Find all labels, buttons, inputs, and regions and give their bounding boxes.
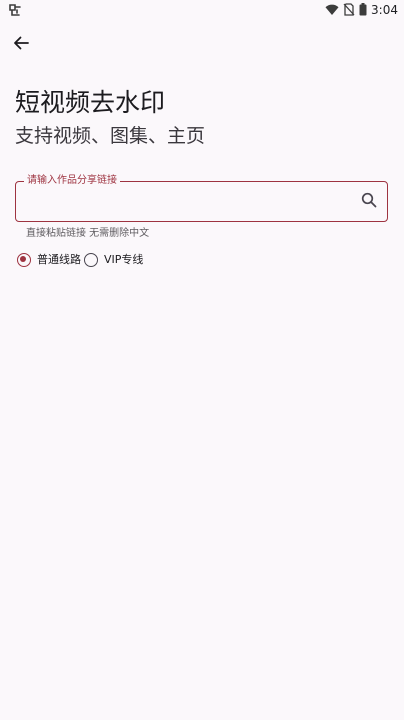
- no-sim-icon: [343, 1, 355, 20]
- arrow-left-icon: [13, 35, 29, 55]
- notification-app-icon: [7, 2, 23, 18]
- search-icon: [361, 192, 377, 212]
- radio-selected-icon[interactable]: [17, 253, 31, 267]
- radio-dot: [20, 256, 27, 263]
- back-button[interactable]: [10, 34, 32, 56]
- wifi-icon: [325, 1, 339, 20]
- route-option-label: 普通线路: [37, 253, 81, 266]
- route-option-normal[interactable]: 普通线路: [17, 252, 81, 268]
- route-radio-group: 普通线路 VIP专线: [17, 250, 146, 270]
- share-link-input[interactable]: [26, 190, 346, 214]
- route-option-label: VIP专线: [104, 253, 144, 266]
- page-subtitle: 支持视频、图集、主页: [15, 125, 206, 147]
- radio-unselected-icon[interactable]: [84, 253, 98, 267]
- search-button[interactable]: [359, 192, 379, 212]
- status-time: 3:04: [371, 3, 398, 17]
- page-title: 短视频去水印: [15, 88, 166, 117]
- share-link-field[interactable]: 请输入作品分享链接: [15, 174, 388, 222]
- helper-text: 直接粘贴链接 无需删除中文: [26, 228, 150, 239]
- route-option-vip[interactable]: VIP专线: [84, 252, 143, 268]
- share-link-label: 请输入作品分享链接: [24, 174, 120, 188]
- status-bar: 3:04: [0, 0, 404, 20]
- battery-icon: [359, 1, 367, 20]
- status-icons: 3:04: [325, 2, 398, 18]
